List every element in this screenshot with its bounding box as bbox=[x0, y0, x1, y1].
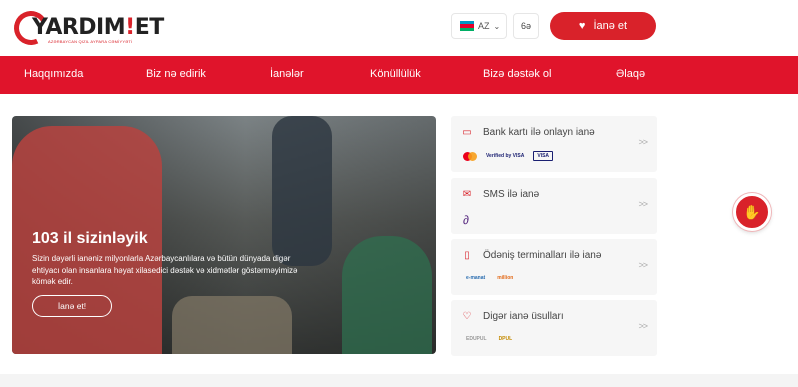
page: YARDIM!ET AZƏRBAYCAN QIZIL AYPARA CƏMİYY… bbox=[0, 0, 798, 387]
hero-text: Sizin dəyərli ianəniz milyonlarla Azərba… bbox=[32, 254, 298, 286]
payment-logos: Verified by VISA VISA bbox=[463, 151, 554, 161]
chevron-down-icon: ⌄ bbox=[493, 21, 501, 31]
logo-text: YARDIM!ET bbox=[32, 15, 164, 40]
method-card-terminal[interactable]: ▯ Ödəniş terminalları ilə ianə >> e-mana… bbox=[451, 239, 657, 295]
double-chevron-right-icon: >> bbox=[638, 137, 647, 147]
hero-image-woman bbox=[342, 236, 432, 354]
method-label: Ödəniş terminalları ilə ianə bbox=[483, 250, 602, 261]
hero-title: 103 il sizinləyik bbox=[32, 230, 148, 247]
logo-subtitle: AZƏRBAYCAN QIZIL AYPARA CƏMİYYƏTİ bbox=[48, 39, 133, 44]
donate-button[interactable]: ♥ İanə et bbox=[550, 12, 656, 40]
million-logo: million bbox=[497, 275, 514, 281]
card-icon: ▭ bbox=[462, 127, 472, 138]
nav-item-about[interactable]: Haqqımızda bbox=[24, 68, 83, 80]
hand-heart-icon: ♡ bbox=[462, 311, 472, 322]
method-label: Bank kartı ilə onlayn ianə bbox=[483, 127, 595, 138]
terminal-logos: e-manat million bbox=[463, 274, 516, 282]
dpul-logo: DPUL bbox=[498, 336, 513, 342]
nav-item-volunteering[interactable]: Könüllülük bbox=[370, 68, 421, 80]
method-card-other[interactable]: ♡ Digər ianə üsulları >> EDUPUL DPUL bbox=[451, 300, 657, 356]
hero-image-person bbox=[272, 116, 332, 266]
language-selector[interactable]: AZ ⌄ bbox=[451, 13, 507, 39]
other-method-logos: EDUPUL DPUL bbox=[463, 335, 515, 343]
hero-banner: 103 il sizinləyik Sizin dəyərli ianəniz … bbox=[12, 116, 436, 354]
double-chevron-right-icon: >> bbox=[638, 199, 647, 209]
method-card-bank[interactable]: ▭ Bank kartı ilə onlayn ianə >> Verified… bbox=[451, 116, 657, 172]
hero-donate-button[interactable]: İanə et! bbox=[32, 295, 112, 317]
logo[interactable]: YARDIM!ET AZƏRBAYCAN QIZIL AYPARA CƏMİYY… bbox=[9, 6, 164, 50]
floating-donate-hand-icon[interactable]: ✋ bbox=[733, 193, 771, 231]
nav-item-contact[interactable]: Əlaqə bbox=[616, 68, 645, 80]
double-chevron-right-icon: >> bbox=[638, 260, 647, 270]
verified-by-visa-logo: Verified by VISA bbox=[486, 153, 525, 159]
heart-icon: ♥ bbox=[578, 20, 586, 32]
terminal-icon: ▯ bbox=[464, 250, 470, 261]
sms-icon: ✉ bbox=[462, 189, 472, 200]
main-nav: Haqqımızda Biz nə edirik İanələr Könüllü… bbox=[0, 56, 798, 94]
visa-logo: VISA bbox=[533, 151, 554, 161]
language-code: AZ bbox=[478, 21, 490, 31]
footer-strip bbox=[0, 374, 798, 387]
mastercard-icon bbox=[463, 151, 477, 161]
nav-item-support-us[interactable]: Bizə dəstək ol bbox=[483, 68, 551, 80]
sms-provider-logo: ∂ bbox=[463, 213, 469, 227]
double-chevron-right-icon: >> bbox=[638, 321, 647, 331]
donate-button-label: İanə et bbox=[593, 20, 628, 32]
hero-image-child bbox=[172, 296, 292, 354]
method-card-sms[interactable]: ✉ SMS ilə ianə >> ∂ bbox=[451, 178, 657, 234]
edupul-logo: EDUPUL bbox=[466, 336, 487, 342]
method-label: SMS ilə ianə bbox=[483, 189, 540, 200]
method-label: Digər ianə üsulları bbox=[483, 311, 564, 322]
emanat-logo: e-manat bbox=[466, 275, 486, 281]
header: YARDIM!ET AZƏRBAYCAN QIZIL AYPARA CƏMİYY… bbox=[0, 0, 798, 56]
nav-item-donations[interactable]: İanələr bbox=[270, 68, 304, 80]
nav-item-what-we-do[interactable]: Biz nə edirik bbox=[146, 68, 206, 80]
azerbaijan-flag-icon bbox=[460, 21, 474, 31]
contrast-toggle-button[interactable]: 6ə bbox=[513, 13, 539, 39]
azercell-icon: ∂ bbox=[463, 213, 469, 227]
